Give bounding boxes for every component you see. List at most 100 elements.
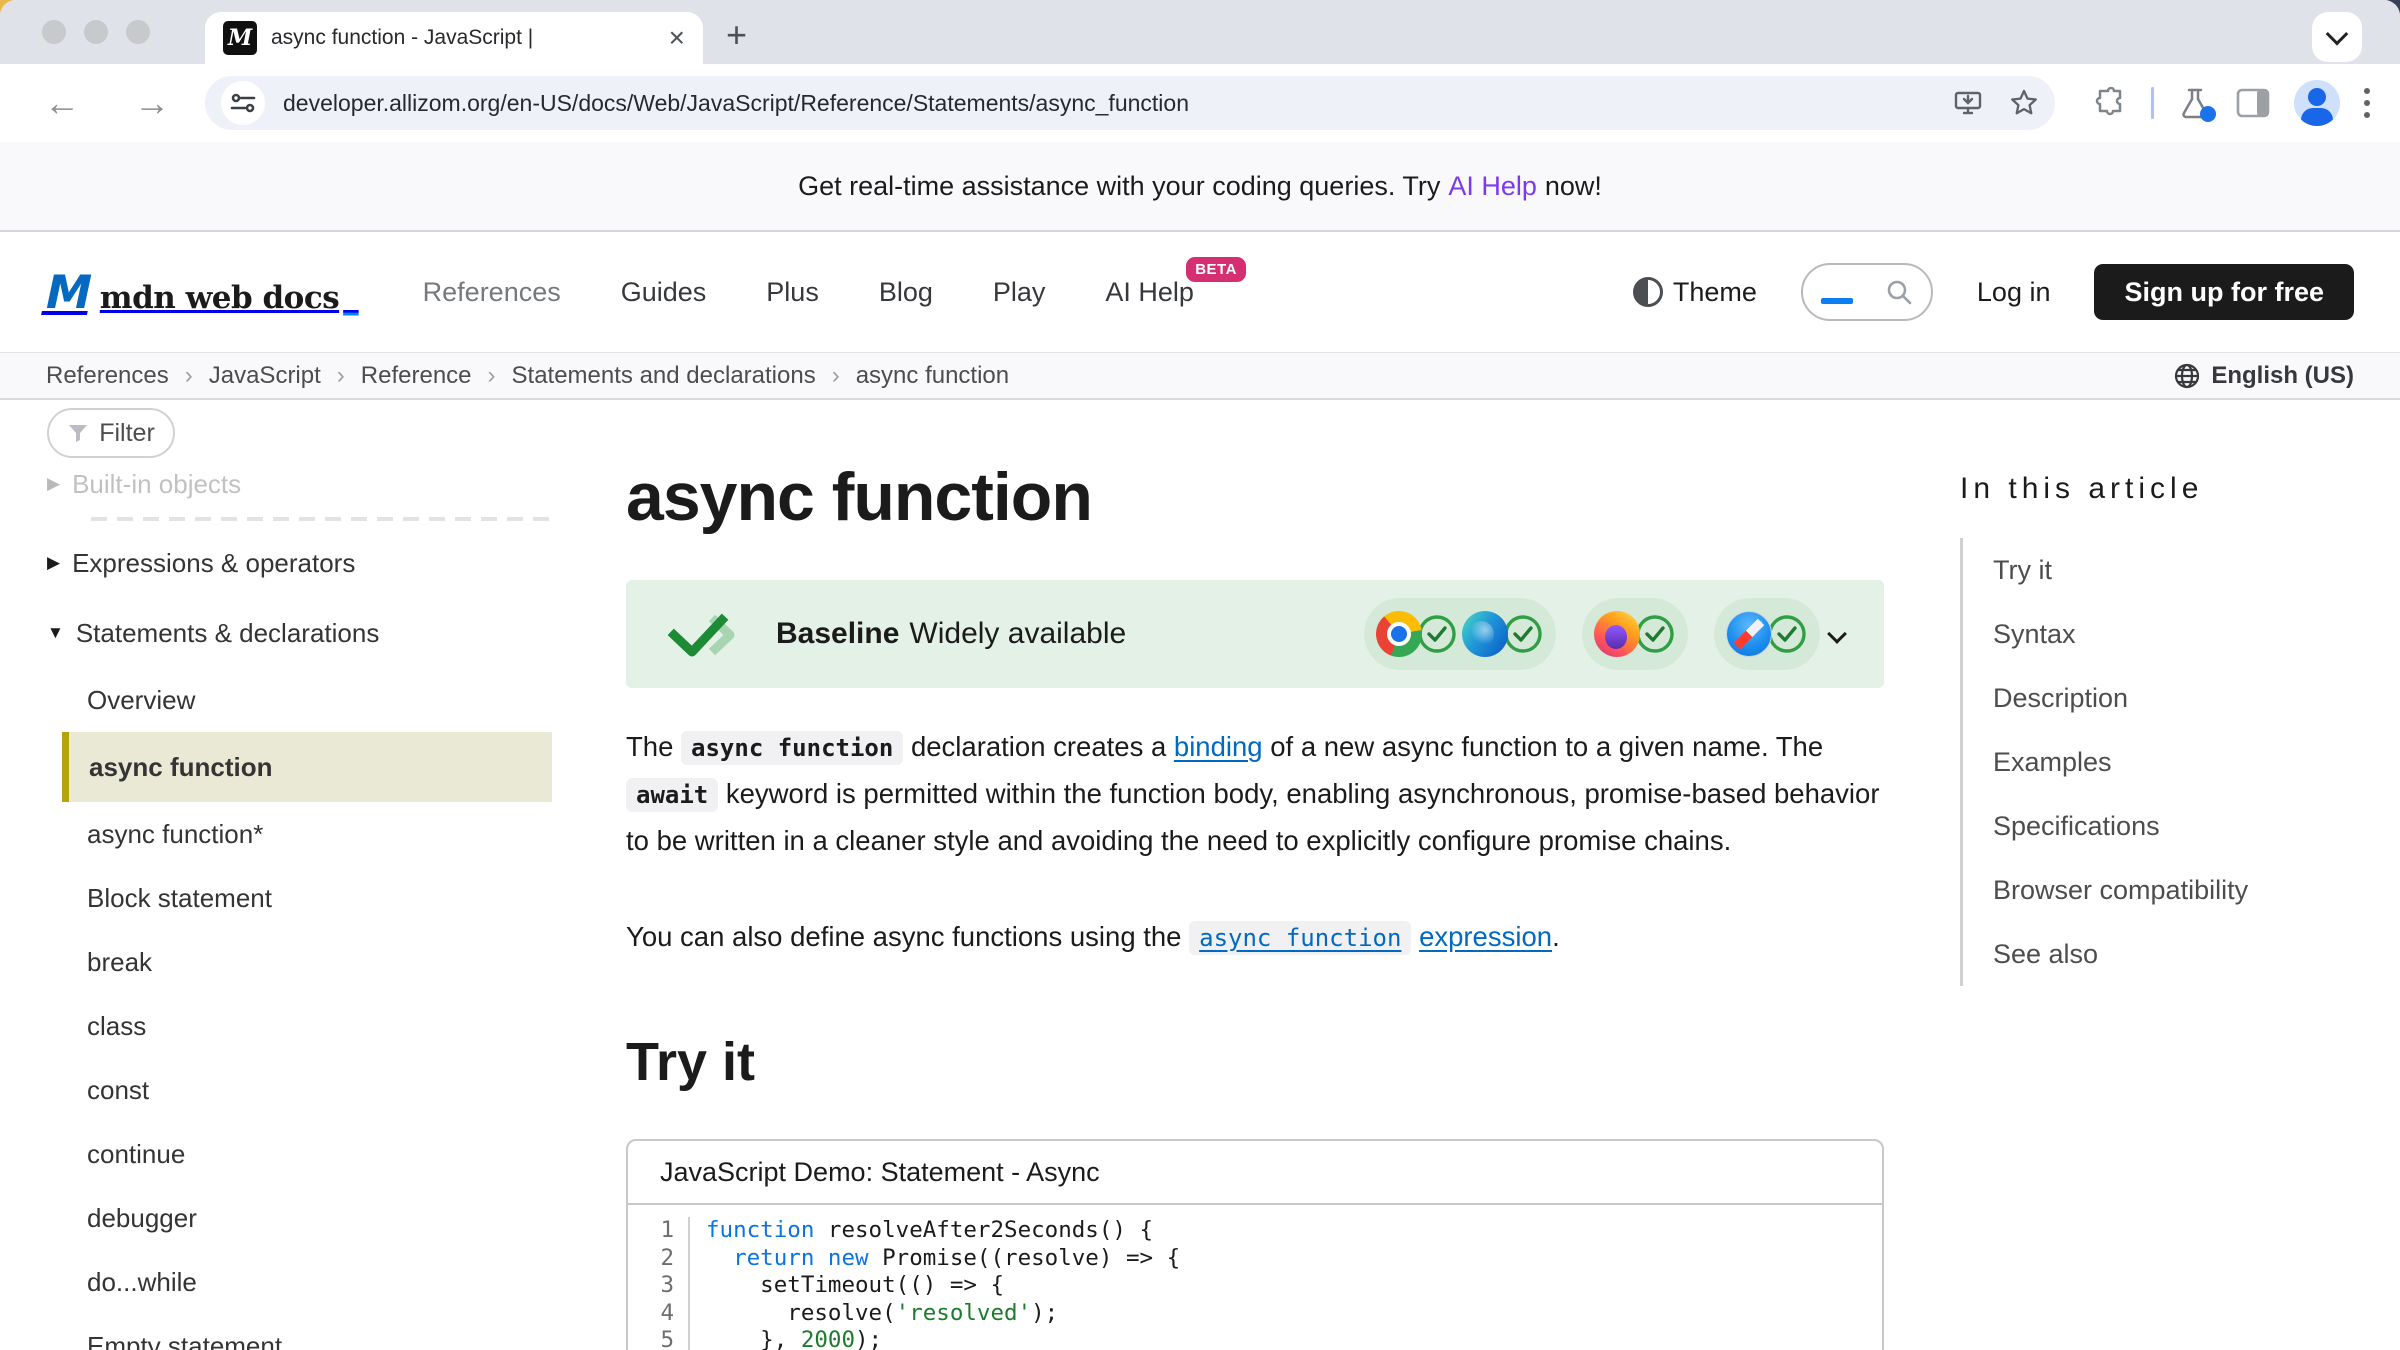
interactive-demo: JavaScript Demo: Statement - Async 12345… xyxy=(626,1139,1884,1350)
code-line: resolve('resolved'); xyxy=(706,1300,1180,1328)
beta-badge: BETA xyxy=(1186,257,1246,282)
line-numbers: 123456 xyxy=(628,1217,690,1350)
toc-link-description[interactable]: Description xyxy=(1993,683,2128,714)
sidebar-item-label: Statements & declarations xyxy=(76,618,380,649)
bookmark-star-icon[interactable] xyxy=(2009,88,2039,118)
locale-switcher[interactable]: English (US) xyxy=(2173,362,2354,390)
new-tab-button[interactable]: + xyxy=(726,14,747,56)
breadcrumb-item[interactable]: Statements and declarations xyxy=(512,362,816,389)
baseline-expand-icon[interactable] xyxy=(1827,624,1847,644)
breadcrumb-item[interactable]: async function xyxy=(856,362,1009,389)
search-cursor xyxy=(1821,298,1853,304)
toc-link-browser-compatibility[interactable]: Browser compatibility xyxy=(1993,875,2248,906)
promo-text-prefix: Get real-time assistance with your codin… xyxy=(798,171,1440,202)
tab-title: async function - JavaScript | xyxy=(271,26,659,50)
code-token: function xyxy=(706,1217,814,1243)
toc-item: Examples xyxy=(1993,730,2360,794)
inline-link[interactable]: expression xyxy=(1419,921,1552,952)
nav-item-guides[interactable]: Guides xyxy=(621,277,707,308)
signup-button[interactable]: Sign up for free xyxy=(2094,264,2354,320)
nav-item-play[interactable]: Play xyxy=(993,277,1046,308)
sidebar-item-async-function[interactable]: async function xyxy=(62,732,552,802)
sidebar-item-break[interactable]: break xyxy=(47,930,552,994)
window-controls[interactable] xyxy=(42,20,150,44)
article-paragraph: You can also define async functions usin… xyxy=(626,914,1884,961)
sidebar-item-label: Block statement xyxy=(87,883,272,914)
tree-toggle-icon[interactable]: ▶ xyxy=(47,474,60,494)
toc-item: See also xyxy=(1993,922,2360,986)
code-line: function resolveAfter2Seconds() { xyxy=(706,1217,1180,1245)
sidebar-filter-button[interactable]: Filter xyxy=(47,408,175,458)
side-panel-icon[interactable] xyxy=(2236,88,2270,118)
nav-item-ai-help[interactable]: AI HelpBETA xyxy=(1105,277,1194,308)
login-link[interactable]: Log in xyxy=(1977,277,2051,308)
sidebar-item-continue[interactable]: continue xyxy=(47,1122,552,1186)
sidebar-item-do-while[interactable]: do...while xyxy=(47,1250,552,1314)
browser-menu-icon[interactable] xyxy=(2364,88,2370,118)
code-token: resolve( xyxy=(706,1300,896,1326)
close-window-button[interactable] xyxy=(42,20,66,44)
inline-code: async function xyxy=(681,731,903,765)
address-bar[interactable]: developer.allizom.org/en-US/docs/Web/Jav… xyxy=(205,76,2055,130)
theme-switcher[interactable]: Theme xyxy=(1633,277,1757,308)
sidebar-item-async-function-[interactable]: async function* xyxy=(47,802,552,866)
sidebar-item-class[interactable]: class xyxy=(47,994,552,1058)
close-tab-icon[interactable]: × xyxy=(669,24,685,52)
code-token: 'resolved' xyxy=(896,1300,1031,1326)
nav-item-blog[interactable]: Blog xyxy=(879,277,933,308)
page-info-icon[interactable] xyxy=(221,81,265,125)
url-text[interactable]: developer.allizom.org/en-US/docs/Web/Jav… xyxy=(283,90,1953,117)
extensions-icon[interactable] xyxy=(2095,87,2127,119)
paragraph-text: declaration creates a xyxy=(903,731,1174,762)
inline-code-link[interactable]: async function xyxy=(1189,921,1411,952)
forward-button[interactable]: → xyxy=(134,85,170,121)
browser-window: M async function - JavaScript | × + ← → … xyxy=(0,0,2400,1350)
sidebar-item-block-statement[interactable]: Block statement xyxy=(47,866,552,930)
nav-item-label: AI Help xyxy=(1105,277,1194,307)
ai-help-banner-link[interactable]: AI Help xyxy=(1448,171,1537,202)
nav-item-references[interactable]: References xyxy=(423,277,561,308)
sidebar-item-expressions-operators[interactable]: ▶Expressions & operators xyxy=(47,528,552,598)
code-token: new xyxy=(828,1245,869,1271)
firefox-browser-icon xyxy=(1594,611,1640,657)
inline-link[interactable]: binding xyxy=(1174,731,1263,762)
zoom-window-button[interactable] xyxy=(126,20,150,44)
nav-item-label: Plus xyxy=(766,277,819,307)
sidebar-item-label: class xyxy=(87,1011,146,1042)
sidebar-item-empty-statement[interactable]: Empty statement xyxy=(47,1314,552,1350)
back-button[interactable]: ← xyxy=(44,85,80,121)
breadcrumb-item[interactable]: Reference xyxy=(361,362,472,389)
toc-link-try-it[interactable]: Try it xyxy=(1993,555,2052,586)
tab-search-button[interactable] xyxy=(2312,12,2362,62)
search-input[interactable] xyxy=(1801,263,1933,321)
code-token: resolveAfter2Seconds() { xyxy=(814,1217,1153,1243)
filter-funnel-icon xyxy=(67,422,89,444)
toc-link-specifications[interactable]: Specifications xyxy=(1993,811,2160,842)
labs-notification-dot xyxy=(2200,106,2216,122)
tree-toggle-icon[interactable]: ▼ xyxy=(47,623,64,643)
toc-link-examples[interactable]: Examples xyxy=(1993,747,2112,778)
mdn-logo[interactable]: M mdn web docs _ xyxy=(46,265,359,319)
demo-code-editor[interactable]: 123456 function resolveAfter2Seconds() {… xyxy=(628,1205,1882,1350)
breadcrumb-item[interactable]: JavaScript xyxy=(209,362,321,389)
sidebar-item-label: continue xyxy=(87,1139,185,1170)
toc-link-see-also[interactable]: See also xyxy=(1993,939,2098,970)
code-token: }, xyxy=(706,1327,801,1350)
browser-tab[interactable]: M async function - JavaScript | × xyxy=(205,12,703,64)
breadcrumb-item[interactable]: References xyxy=(46,362,169,389)
sidebar-item-statements-declarations[interactable]: ▼ Statements & declarations xyxy=(47,598,552,668)
tree-toggle-icon[interactable]: ▶ xyxy=(47,553,60,573)
sidebar-item-debugger[interactable]: debugger xyxy=(47,1186,552,1250)
sidebar-item-built-in-objects[interactable]: ▶Built-in objects xyxy=(47,458,552,510)
install-app-icon[interactable] xyxy=(1953,88,1983,118)
toc-item: Syntax xyxy=(1993,602,2360,666)
edge-browser-icon xyxy=(1462,611,1508,657)
labs-flask-icon[interactable] xyxy=(2178,86,2212,120)
toc-link-syntax[interactable]: Syntax xyxy=(1993,619,2076,650)
nav-item-plus[interactable]: Plus xyxy=(766,277,819,308)
sidebar-item-const[interactable]: const xyxy=(47,1058,552,1122)
sidebar-item-overview[interactable]: Overview xyxy=(47,668,552,732)
minimize-window-button[interactable] xyxy=(84,20,108,44)
profile-avatar[interactable] xyxy=(2294,80,2340,126)
paragraph-text: of a new async function to a given name.… xyxy=(1263,731,1824,762)
